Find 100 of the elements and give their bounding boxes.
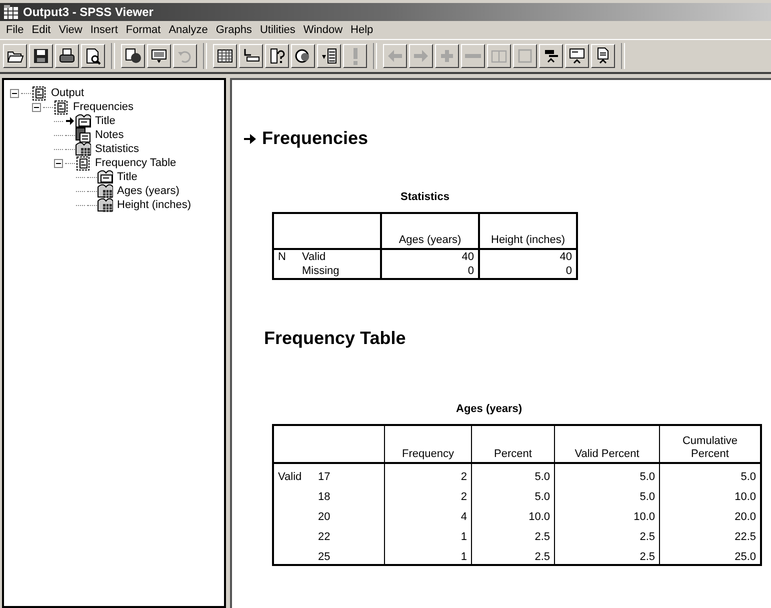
table-cell: 20.0 (660, 504, 761, 524)
toolbar-button[interactable] (55, 44, 79, 68)
table-cell: 2.5 (472, 544, 554, 565)
collapse-toggle[interactable] (32, 102, 41, 112)
title-icon (568, 47, 586, 65)
table-cell: 0 (381, 264, 479, 279)
toolbar-button[interactable] (147, 44, 171, 68)
table-cell: 40 (381, 249, 479, 264)
table-cell: 2 (384, 463, 472, 484)
column-header: Cumulative Percent (660, 425, 761, 463)
row-label: 22 (318, 531, 330, 543)
row-group: N (278, 251, 286, 263)
table-cell: 40 (479, 249, 577, 264)
outline-item[interactable]: Title (117, 171, 138, 183)
table-cell: 10.0 (472, 504, 554, 524)
outline-item[interactable]: Notes (95, 129, 124, 141)
menu-item[interactable]: Help (346, 24, 378, 36)
menu-item[interactable]: Insert (86, 24, 122, 36)
outline-item[interactable]: Statistics (95, 143, 140, 155)
menu-item[interactable]: View (54, 24, 86, 36)
menu-item[interactable]: Utilities (256, 24, 300, 36)
menu-item[interactable]: Window (299, 24, 347, 36)
section-heading: Frequency Table (264, 328, 407, 349)
grid-icon (216, 47, 234, 65)
table-cell: 2.5 (472, 524, 554, 544)
minus-icon (465, 54, 481, 58)
row-group: Valid (278, 471, 302, 483)
toolbar-button[interactable] (265, 44, 289, 68)
title-page-icon (97, 169, 113, 185)
menu-item[interactable]: Format (122, 24, 165, 36)
outline-item[interactable]: Frequency Table (95, 157, 176, 169)
toolbar-button[interactable] (591, 44, 615, 68)
table-page-icon (75, 141, 91, 157)
table-cell: 5.0 (472, 484, 554, 504)
collapse-toggle[interactable] (54, 158, 63, 168)
outline-item[interactable]: Title (95, 115, 116, 127)
menu-item[interactable]: File (2, 24, 28, 36)
table-cell: 10.0 (554, 504, 660, 524)
column-header: Height (inches) (479, 213, 577, 249)
toolbar-button[interactable] (81, 44, 105, 68)
menu-item[interactable]: Analyze (164, 24, 212, 36)
outline-book-icon (31, 85, 47, 101)
row-label: 20 (318, 511, 330, 523)
toolbar-button[interactable] (539, 44, 563, 68)
outline-item[interactable]: Output (51, 87, 84, 99)
table-cell: 10.0 (660, 484, 761, 504)
row-label: Missing (302, 265, 340, 277)
app-icon (3, 4, 19, 20)
menu-item[interactable]: Graphs (212, 24, 256, 36)
outline-book-icon (75, 155, 91, 171)
question-icon (268, 47, 286, 65)
column-header: Frequency (384, 425, 472, 463)
toolbar-button[interactable] (565, 44, 589, 68)
toolbar-button[interactable] (3, 44, 27, 68)
row-label: 17 (318, 471, 330, 483)
table-cell: 0 (479, 264, 577, 279)
toolbar-button[interactable] (213, 44, 237, 68)
table-cell: 5.0 (554, 463, 660, 484)
table-cell: 5.0 (554, 484, 660, 504)
table-cell: 5.0 (472, 463, 554, 484)
printer-icon (58, 47, 76, 65)
outline-book-icon (53, 99, 69, 115)
toolbar-button[interactable] (291, 44, 315, 68)
circles-icon (294, 47, 312, 65)
book-icon (516, 47, 534, 65)
notes-page-icon (75, 127, 91, 143)
outline-item[interactable]: Ages (years) (117, 185, 180, 197)
column-header: Ages (years) (381, 213, 479, 249)
pages-icon (124, 47, 142, 65)
table-cell: 2.5 (554, 524, 660, 544)
toolbar-button[interactable] (317, 44, 341, 68)
toolbar-button[interactable] (29, 44, 53, 68)
title-page-icon (75, 113, 91, 129)
menu-item[interactable]: Edit (28, 24, 55, 36)
table-page-icon (97, 197, 113, 213)
collapse-toggle[interactable] (10, 88, 19, 98)
window-icon (150, 47, 168, 65)
row-label: 25 (318, 551, 330, 563)
table-page-icon (97, 183, 113, 199)
heading-icon (542, 47, 560, 65)
toolbar-button[interactable] (239, 44, 263, 68)
plus-icon (438, 47, 456, 65)
column-header: Percent (472, 425, 554, 463)
window-title: Output3 - SPSS Viewer (23, 5, 154, 19)
column-header: Valid Percent (554, 425, 660, 463)
row-label: Valid (302, 251, 326, 263)
table-title: Statistics (400, 191, 450, 203)
page-magnifier-icon (84, 47, 102, 65)
outline-item[interactable]: Height (inches) (117, 199, 191, 211)
table-cell: 2 (384, 484, 472, 504)
table-cell: 1 (384, 544, 472, 565)
table-cell: 1 (384, 524, 472, 544)
list-arrow-icon (320, 47, 338, 65)
outline-item[interactable]: Frequencies (73, 101, 134, 113)
toolbar-button[interactable] (121, 44, 145, 68)
table-cell: 5.0 (660, 463, 761, 484)
right-arrow-icon (412, 47, 430, 65)
row-label: 18 (318, 491, 330, 503)
table-cell: 2.5 (554, 544, 660, 565)
exclamation-icon (352, 47, 358, 65)
